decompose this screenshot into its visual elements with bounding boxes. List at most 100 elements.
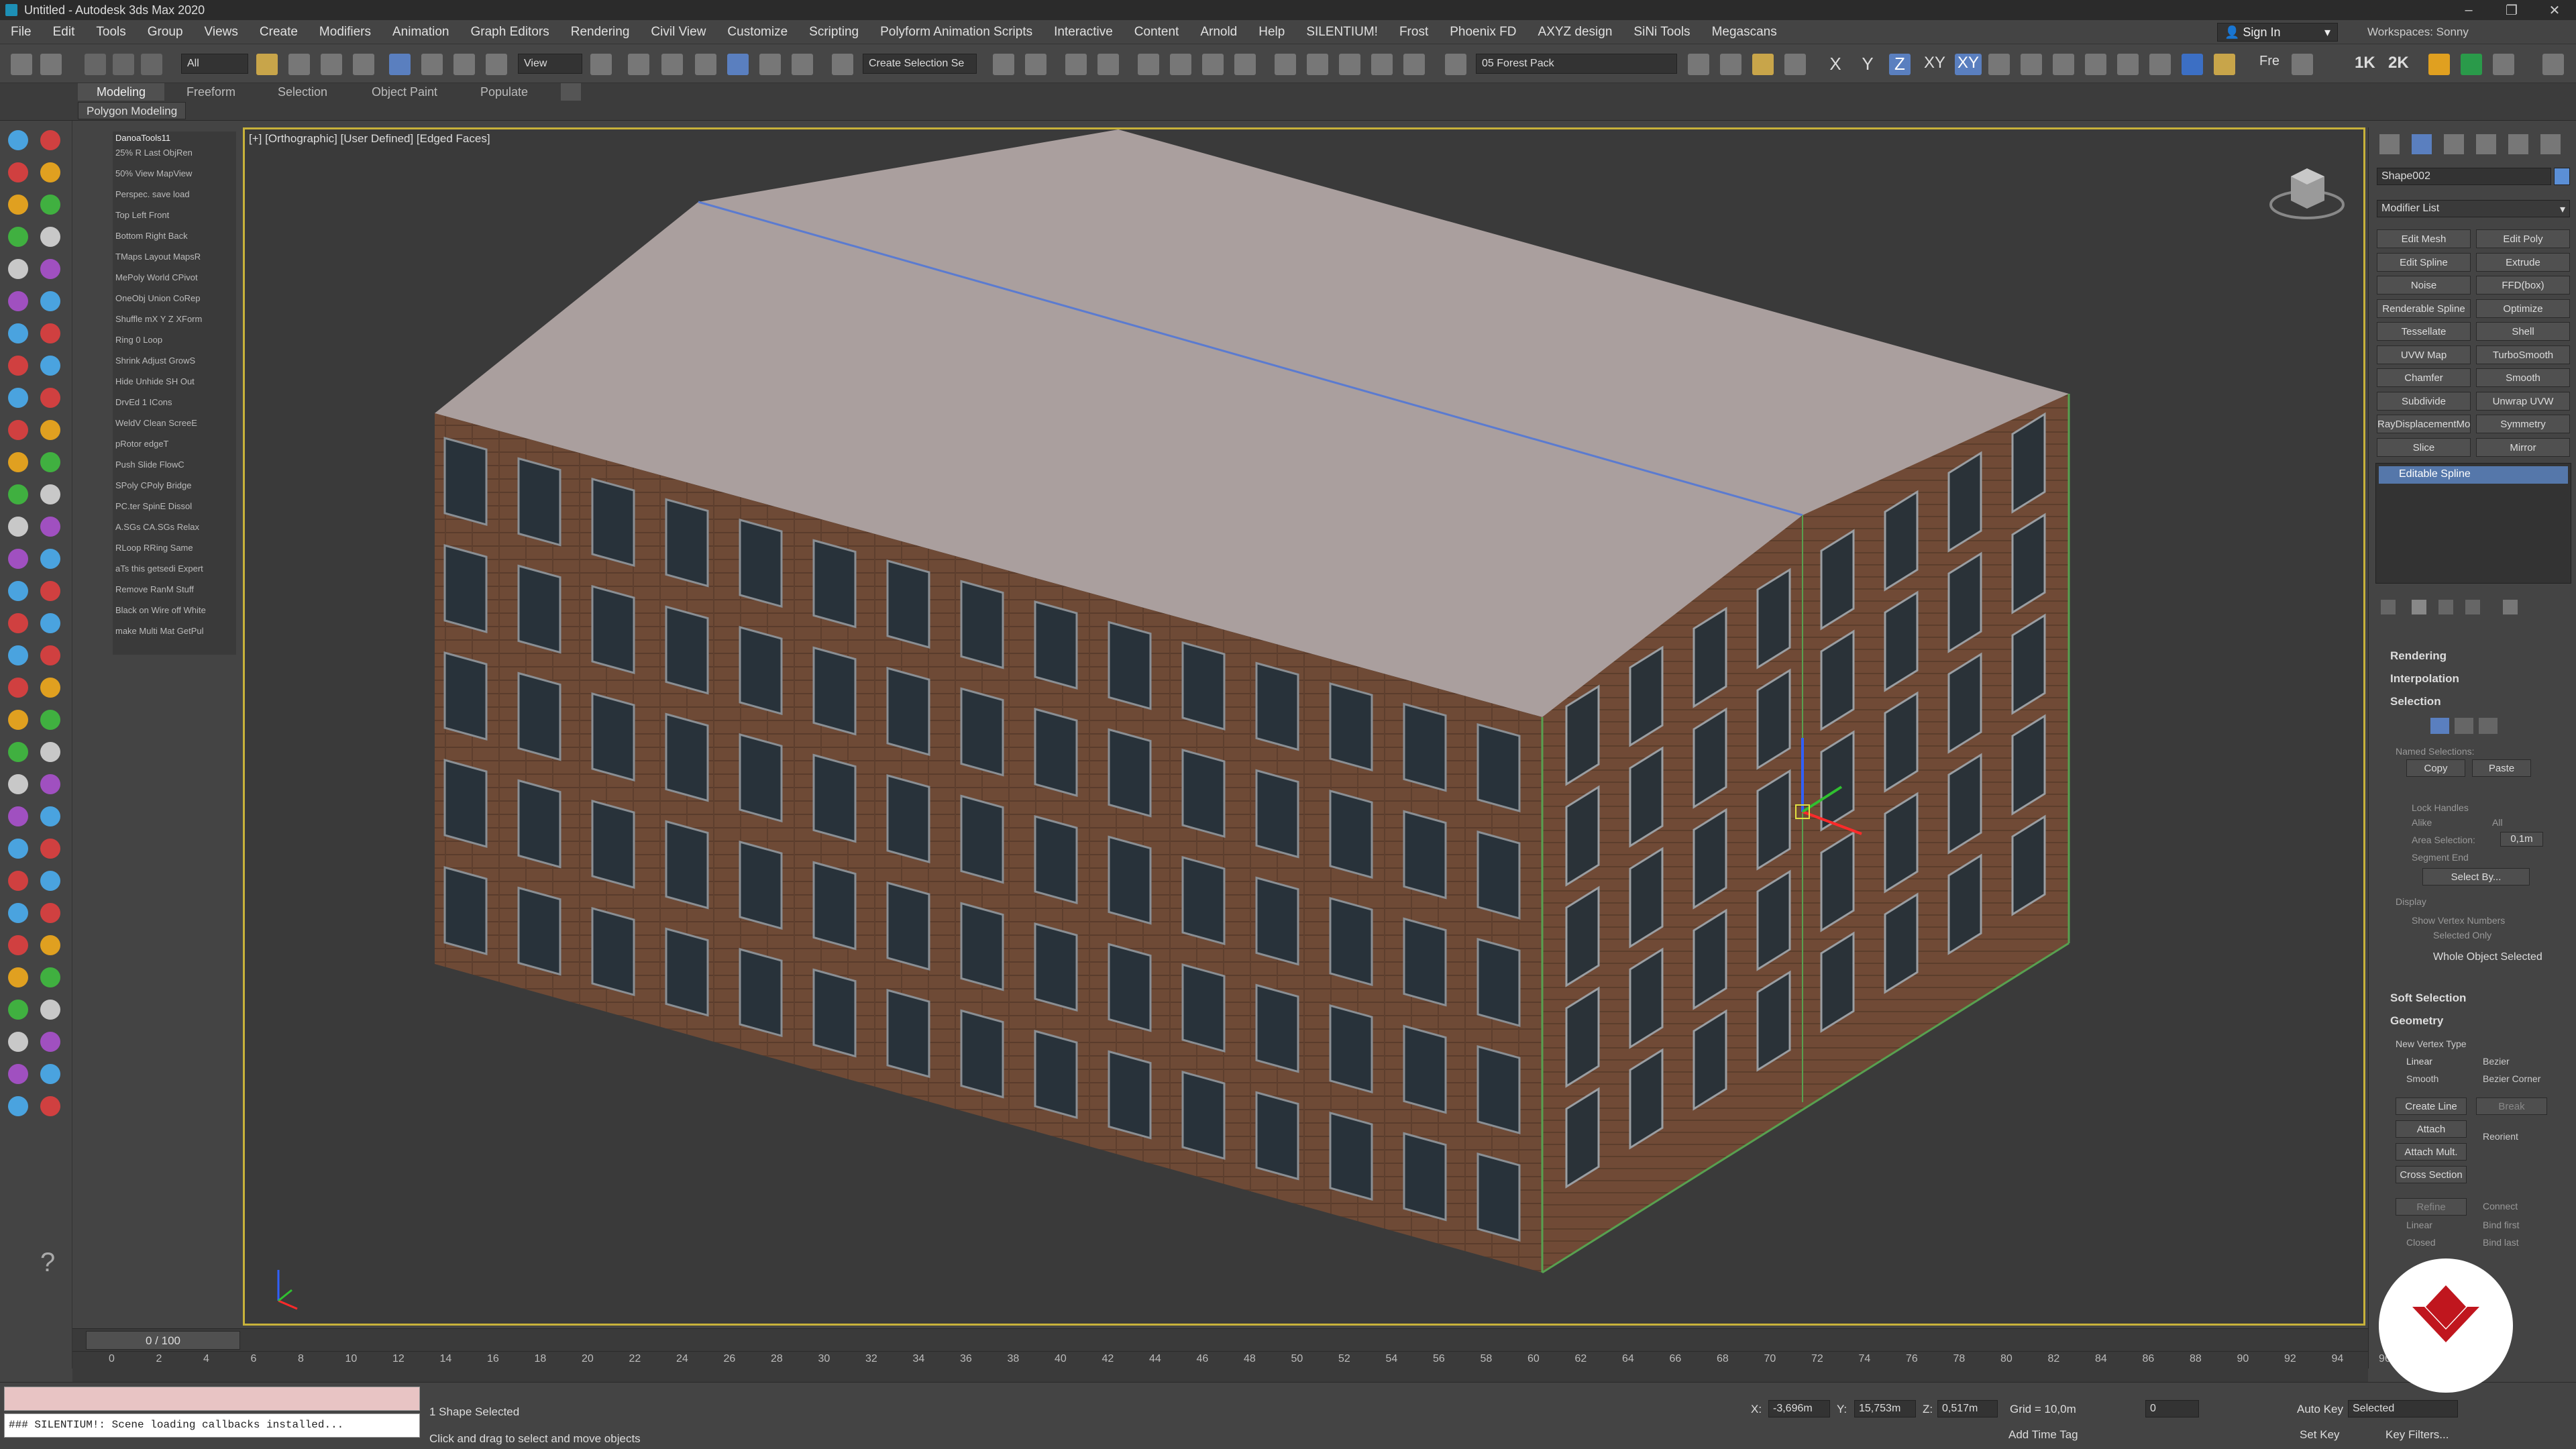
create-tab-icon[interactable] xyxy=(2379,134,2400,154)
left-tool-icon[interactable] xyxy=(40,227,60,247)
danoa-tool-row[interactable]: TMaps Layout MapsR xyxy=(115,252,233,265)
modifier-list-dropdown[interactable]: Modifier List ▾ xyxy=(2377,200,2570,217)
left-tool-icon[interactable] xyxy=(40,678,60,698)
y-coordinate[interactable]: 15,753m xyxy=(1854,1400,1916,1417)
left-tool-icon[interactable] xyxy=(8,388,28,408)
left-tool-icon[interactable] xyxy=(40,323,60,343)
smooth-radio[interactable]: Smooth xyxy=(2406,1073,2438,1084)
modifier-button-optimize[interactable]: Optimize xyxy=(2476,299,2570,318)
menu-content[interactable]: Content xyxy=(1124,25,1190,40)
left-tool-icon[interactable] xyxy=(8,130,28,150)
minimize-button[interactable]: – xyxy=(2447,3,2490,18)
object-color-swatch[interactable] xyxy=(2554,168,2570,185)
left-tool-icon[interactable] xyxy=(40,774,60,794)
utilities-tab-icon[interactable] xyxy=(2540,134,2561,154)
curve-editor-icon[interactable] xyxy=(1170,54,1191,75)
segment-end-checkbox[interactable]: Segment End xyxy=(2412,852,2469,863)
help-icon[interactable]: ? xyxy=(40,1248,55,1278)
left-tool-icon[interactable] xyxy=(8,935,28,955)
display-tab-icon[interactable] xyxy=(2508,134,2528,154)
maxscript-listener-input[interactable] xyxy=(4,1387,420,1411)
modifier-button-slice[interactable]: Slice xyxy=(2377,437,2471,457)
menu-group[interactable]: Group xyxy=(137,25,194,40)
configure-modifier-sets-icon[interactable] xyxy=(2503,600,2518,614)
modifier-button-raydisplacementmod[interactable]: RayDisplacementMod xyxy=(2377,415,2471,433)
stack-item-editable-spline[interactable]: Editable Spline xyxy=(2379,466,2568,484)
tool-icon-8[interactable] xyxy=(2085,54,2106,75)
left-tool-icon[interactable] xyxy=(8,645,28,665)
undo-icon[interactable] xyxy=(11,54,32,75)
left-tool-icon[interactable] xyxy=(8,195,28,215)
danoa-tool-row[interactable]: PC.ter SpinE Dissol xyxy=(115,501,233,515)
tool-icon-1[interactable] xyxy=(1688,54,1709,75)
left-tool-icon[interactable] xyxy=(8,549,28,569)
left-tool-icon[interactable] xyxy=(40,517,60,537)
add-time-tag[interactable]: Add Time Tag xyxy=(2008,1428,2078,1442)
layer-explorer-icon[interactable] xyxy=(1097,54,1119,75)
menu-megascans[interactable]: Megascans xyxy=(1701,25,1788,40)
move-icon[interactable] xyxy=(389,54,411,75)
left-tool-icon[interactable] xyxy=(8,839,28,859)
menu-civil-view[interactable]: Civil View xyxy=(640,25,716,40)
rotate-icon[interactable] xyxy=(421,54,443,75)
left-tool-icon[interactable] xyxy=(40,839,60,859)
danoa-tool-row[interactable]: Top Left Front xyxy=(115,210,233,223)
edit-named-selection-icon[interactable] xyxy=(832,54,853,75)
menu-arnold[interactable]: Arnold xyxy=(1189,25,1248,40)
object-name-field[interactable]: Shape002 xyxy=(2377,168,2551,185)
left-tool-icon[interactable] xyxy=(40,710,60,730)
rollout-geometry[interactable]: Geometry xyxy=(2375,1012,2571,1029)
modifier-button-subdivide[interactable]: Subdivide xyxy=(2377,391,2471,411)
menu-animation[interactable]: Animation xyxy=(382,25,460,40)
rollout-rendering[interactable]: Rendering xyxy=(2375,647,2571,664)
pin-stack-icon[interactable] xyxy=(2381,600,2396,614)
danoa-tool-row[interactable]: make Multi Mat GetPul xyxy=(115,626,233,639)
left-tool-icon[interactable] xyxy=(8,1032,28,1052)
render-icon[interactable] xyxy=(1339,54,1360,75)
render-2k-button[interactable]: 2K xyxy=(2388,54,2410,75)
make-unique-icon[interactable] xyxy=(2438,600,2453,614)
restore-button[interactable]: ❐ xyxy=(2490,2,2533,19)
time-slider[interactable]: 0 / 100 xyxy=(72,1328,2368,1351)
left-tool-icon[interactable] xyxy=(40,549,60,569)
rollout-soft-selection[interactable]: Soft Selection xyxy=(2375,989,2571,1006)
link-icon[interactable] xyxy=(85,54,106,75)
set-key-button[interactable]: Set Key xyxy=(2300,1428,2340,1442)
track-bar[interactable]: 0 2 4 6 8 10 12 14 16 18 20 22 24 26 28 30 32 34 36 38 40 42 4… xyxy=(72,1351,2491,1382)
vertex-level-icon[interactable] xyxy=(2430,718,2449,734)
x-coordinate[interactable]: -3,696m xyxy=(1768,1400,1830,1417)
left-tool-icon[interactable] xyxy=(40,613,60,633)
danoa-tool-row[interactable]: Remove RanM Stuff xyxy=(115,584,233,598)
modifier-button-shell[interactable]: Shell xyxy=(2476,322,2570,341)
danoa-tool-row[interactable]: Ring 0 Loop xyxy=(115,335,233,348)
axis-y-button[interactable]: Y xyxy=(1857,54,1878,75)
motion-tab-icon[interactable] xyxy=(2476,134,2496,154)
align-icon[interactable] xyxy=(1025,54,1046,75)
angle-snap-icon[interactable] xyxy=(727,54,749,75)
viewcube-icon[interactable] xyxy=(2267,156,2347,223)
left-tool-icon[interactable] xyxy=(8,710,28,730)
left-tool-icon[interactable] xyxy=(40,1032,60,1052)
tab-modeling[interactable]: Modeling xyxy=(78,83,165,101)
menu-sini-tools[interactable]: SiNi Tools xyxy=(1623,25,1701,40)
render-cloud-icon[interactable] xyxy=(1371,54,1393,75)
modifier-button-chamfer[interactable]: Chamfer xyxy=(2377,368,2471,387)
left-tool-icon[interactable] xyxy=(40,935,60,955)
unlink-icon[interactable] xyxy=(113,54,134,75)
left-tool-icon[interactable] xyxy=(8,452,28,472)
axis-xy-button[interactable]: XY xyxy=(1921,54,1948,75)
left-tool-icon[interactable] xyxy=(8,420,28,440)
danoa-tool-row[interactable]: MePoly World CPivot xyxy=(115,272,233,286)
left-tool-icon[interactable] xyxy=(40,452,60,472)
danoa-tool-row[interactable]: Perspec. save load xyxy=(115,189,233,203)
modifier-button-tessellate[interactable]: Tessellate xyxy=(2377,322,2471,341)
tool-icon-4[interactable] xyxy=(1784,54,1806,75)
menu-frost[interactable]: Frost xyxy=(1389,25,1439,40)
rollout-selection[interactable]: Selection xyxy=(2375,692,2571,710)
menu-modifiers[interactable]: Modifiers xyxy=(309,25,382,40)
all-radio[interactable]: All xyxy=(2492,817,2503,828)
modifier-button-ffd-box-[interactable]: FFD(box) xyxy=(2476,276,2570,294)
maxscript-output[interactable]: ### SILENTIUM!: Scene loading callbacks … xyxy=(4,1413,420,1438)
bezier-radio[interactable]: Bezier xyxy=(2483,1056,2510,1067)
show-vertex-numbers-checkbox[interactable]: Show Vertex Numbers xyxy=(2412,915,2505,926)
